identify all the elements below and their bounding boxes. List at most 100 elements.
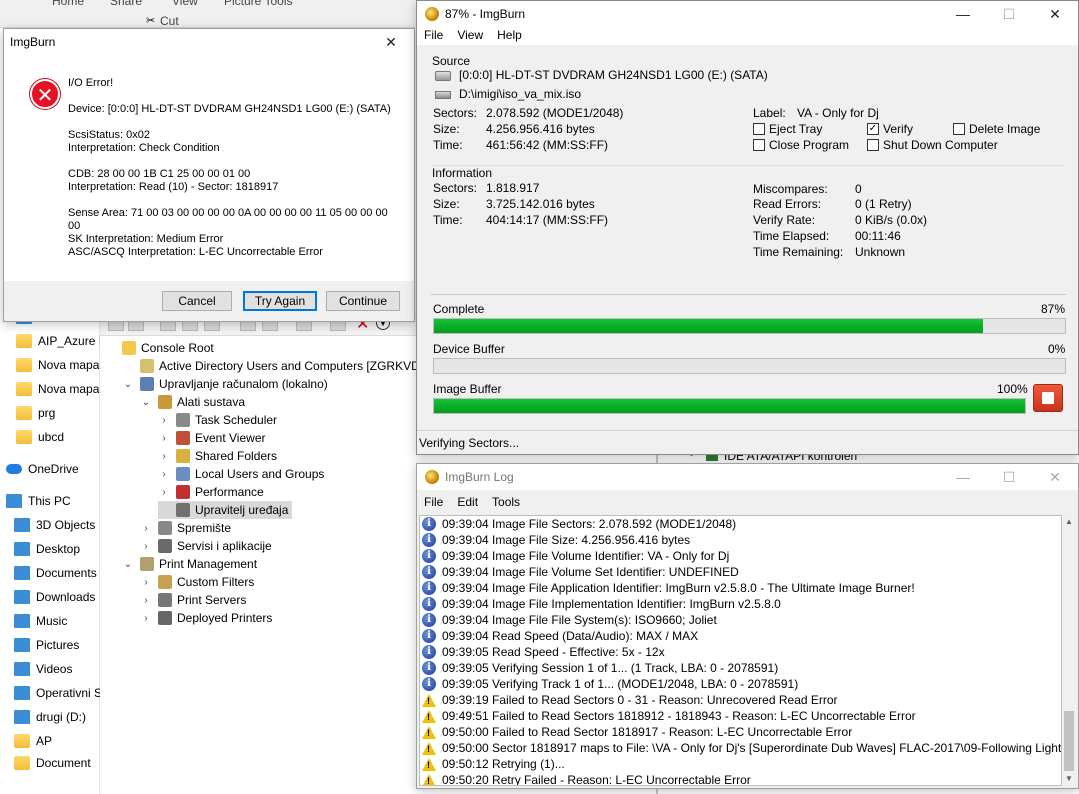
nav-item[interactable]: 3D Objects (0, 514, 100, 536)
chevron-right-icon[interactable]: › (158, 433, 170, 444)
tree-item[interactable]: Upravitelj uređaja (158, 501, 293, 519)
close-icon[interactable]: ✕ (1032, 1, 1078, 27)
tree-item[interactable]: Active Directory Users and Computers [ZG… (122, 357, 444, 375)
scroll-thumb[interactable] (1064, 711, 1074, 771)
log-entry[interactable]: ! 09:50:00 Failed to Read Sector 1818917 … (422, 724, 852, 740)
tree-item[interactable]: Console Root (104, 339, 214, 357)
tree-item[interactable]: › Servisi i aplikacije (140, 537, 272, 555)
error-sense-area-cont: 00 (68, 220, 81, 232)
log-menu-file[interactable]: File (417, 495, 450, 509)
stop-button[interactable] (1033, 384, 1063, 412)
chevron-right-icon[interactable]: › (140, 613, 152, 624)
nav-item[interactable]: This PC (0, 490, 100, 512)
log-entry[interactable]: ! 09:39:19 Failed to Read Sectors 0 - 31 … (422, 692, 838, 708)
close-program-checkbox[interactable]: Close Program (753, 138, 849, 152)
chevron-right-icon[interactable]: › (158, 487, 170, 498)
log-entry[interactable]: i 09:39:04 Image File Implementation Iden… (422, 596, 781, 612)
chevron-down-icon[interactable]: ⌄ (122, 559, 134, 570)
chevron-down-icon[interactable]: ⌄ (122, 379, 134, 390)
log-entry[interactable]: ! 09:50:12 Retrying (1)... (422, 756, 565, 772)
nav-item[interactable]: Music (0, 610, 100, 632)
chevron-right-icon[interactable]: › (140, 523, 152, 534)
ribbon-tab-picture-tools[interactable]: Picture Tools (218, 0, 298, 8)
nav-item[interactable]: OneDrive (0, 458, 100, 480)
ribbon-tab-home[interactable]: Home (46, 0, 90, 8)
nav-item[interactable]: Pictures (0, 634, 100, 656)
tree-item[interactable]: › Print Servers (140, 591, 246, 609)
cut-label[interactable]: Cut (160, 14, 179, 28)
tree-item[interactable]: ⌄ Upravljanje računalom (lokalno) (122, 375, 328, 393)
nav-item[interactable]: Documents (0, 562, 100, 584)
log-entry[interactable]: i 09:39:04 Image File Application Identif… (422, 580, 915, 596)
tree-item[interactable]: › Deployed Printers (140, 609, 272, 627)
scroll-down-icon[interactable]: ▼ (1062, 772, 1076, 786)
log-list[interactable]: i 09:39:04 Image File Sectors: 2.078.592 … (419, 515, 1062, 786)
shutdown-checkbox[interactable]: Shut Down Computer (867, 138, 998, 152)
minimize-icon[interactable]: — (940, 464, 986, 490)
chevron-right-icon[interactable]: › (158, 469, 170, 480)
log-entry[interactable]: i 09:39:04 Image File Sectors: 2.078.592 … (422, 516, 736, 532)
log-scrollbar[interactable]: ▲ ▼ (1062, 515, 1076, 786)
try-again-button[interactable]: Try Again (243, 291, 317, 311)
log-entry[interactable]: i 09:39:04 Image File Volume Set Identifi… (422, 564, 739, 580)
ribbon-tab-share[interactable]: Share (104, 0, 148, 8)
maximize-icon[interactable]: ☐ (986, 1, 1032, 27)
tree-item[interactable]: ⌄ Print Management (122, 555, 257, 573)
nav-item[interactable]: Nova mapa (0, 354, 100, 376)
ribbon-tab-view[interactable]: View (166, 0, 204, 8)
nav-item[interactable]: Downloads (0, 586, 100, 608)
log-entry[interactable]: i 09:39:04 Read Speed (Data/Audio): MAX /… (422, 628, 698, 644)
cut-icon[interactable]: ✂ (146, 14, 155, 27)
log-entry[interactable]: ! 09:49:51 Failed to Read Sectors 1818912… (422, 708, 916, 724)
close-icon[interactable]: ✕ (1032, 464, 1078, 490)
log-entry[interactable]: i 09:39:04 Image File Volume Identifier: … (422, 548, 729, 564)
nav-item[interactable]: ubcd (0, 426, 100, 448)
tree-item[interactable]: › Spremište (140, 519, 231, 537)
delete-image-checkbox[interactable]: Delete Image (953, 122, 1040, 136)
log-entry[interactable]: i 09:39:05 Verifying Session 1 of 1... (1… (422, 660, 778, 676)
tree-item[interactable]: ⌄ Alati sustava (140, 393, 245, 411)
log-entry[interactable]: ! 09:50:00 Sector 1818917 maps to File: \… (422, 740, 1061, 756)
verify-checkbox[interactable]: ✓ Verify (867, 122, 913, 136)
tree-item[interactable]: › Performance (158, 483, 264, 501)
chevron-right-icon[interactable]: › (140, 541, 152, 552)
chevron-right-icon[interactable]: › (140, 595, 152, 606)
maximize-icon[interactable]: ☐ (986, 464, 1032, 490)
nav-item[interactable]: Videos (0, 658, 100, 680)
log-menu-edit[interactable]: Edit (450, 495, 485, 509)
tree-item[interactable]: › Custom Filters (140, 573, 254, 591)
log-menu-tools[interactable]: Tools (485, 495, 527, 509)
nav-item[interactable]: Desktop (0, 538, 100, 560)
nav-item[interactable]: drugi (D:) (0, 706, 100, 728)
nav-item[interactable]: AP (0, 730, 100, 752)
scroll-up-icon[interactable]: ▲ (1062, 515, 1076, 529)
cancel-button[interactable]: Cancel (162, 291, 232, 311)
nav-item[interactable]: Nova mapa (0, 378, 100, 400)
close-icon[interactable]: ✕ (368, 29, 414, 55)
tree-item[interactable]: › Local Users and Groups (158, 465, 324, 483)
log-entry[interactable]: ! 09:50:20 Retry Failed - Reason: L-EC Un… (422, 772, 751, 785)
source-image-row[interactable]: D:\imigi\iso_va_mix.iso (435, 87, 581, 101)
minimize-icon[interactable]: — (940, 1, 986, 27)
tree-item[interactable]: › Shared Folders (158, 447, 277, 465)
log-entry[interactable]: i 09:39:05 Verifying Track 1 of 1... (MOD… (422, 676, 798, 692)
menu-view[interactable]: View (450, 28, 490, 42)
nav-item[interactable]: prg (0, 402, 100, 424)
chevron-right-icon[interactable]: › (158, 415, 170, 426)
log-entry[interactable]: i 09:39:04 Image File File System(s): ISO… (422, 612, 717, 628)
nav-item[interactable]: Operativni S (0, 682, 100, 704)
eject-tray-checkbox[interactable]: Eject Tray (753, 122, 822, 136)
menu-file[interactable]: File (417, 28, 450, 42)
log-entry[interactable]: i 09:39:05 Read Speed - Effective: 5x - 1… (422, 644, 665, 660)
chevron-right-icon[interactable]: › (140, 577, 152, 588)
nav-item[interactable]: Document (0, 752, 100, 774)
menu-help[interactable]: Help (490, 28, 529, 42)
continue-button[interactable]: Continue (326, 291, 400, 311)
chevron-down-icon[interactable]: ⌄ (140, 397, 152, 408)
tree-item[interactable]: › Task Scheduler (158, 411, 277, 429)
chevron-right-icon[interactable]: › (158, 451, 170, 462)
nav-item[interactable]: AIP_Azure In (0, 330, 100, 352)
log-entry[interactable]: i 09:39:04 Image File Size: 4.256.956.416… (422, 532, 690, 548)
tree-item[interactable]: › Event Viewer (158, 429, 265, 447)
source-device-row[interactable]: [0:0:0] HL-DT-ST DVDRAM GH24NSD1 LG00 (E… (435, 68, 768, 82)
